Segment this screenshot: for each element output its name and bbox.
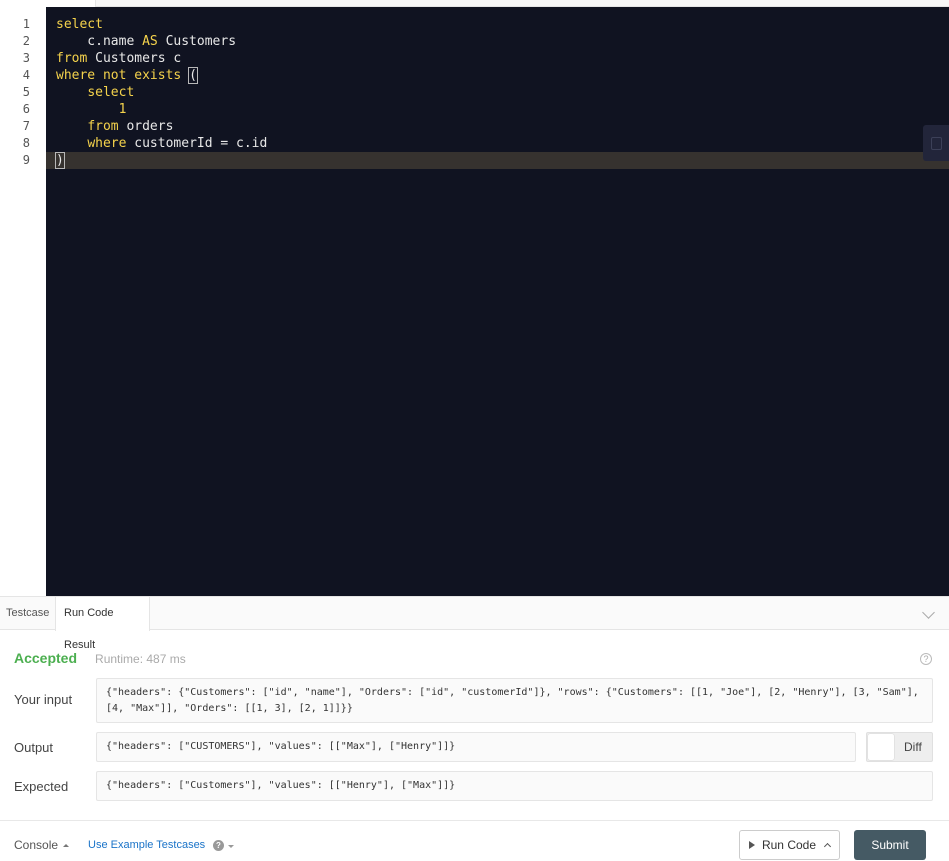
output-label: Output (14, 740, 54, 755)
expected-label: Expected (14, 779, 69, 794)
code-keyword: select (87, 85, 135, 100)
line-number: 8 (22, 136, 30, 150)
chevron-up-icon (823, 842, 832, 851)
code-token: ) (55, 152, 65, 169)
result-status-row: Accepted Runtime: 487 ms (14, 650, 186, 670)
input-value: {"headers": {"Customers": ["id", "name"]… (96, 678, 933, 723)
footer-bar: Console Use Example Testcases ? Run Code… (0, 820, 949, 861)
diff-toggle[interactable]: Diff (866, 732, 933, 762)
code-line[interactable]: from Customers c (46, 50, 949, 67)
expected-value: {"headers": ["Customers"], "values": [["… (96, 771, 933, 801)
code-keyword: where not exists (56, 68, 182, 83)
caret-up-icon (63, 844, 70, 848)
editor-side-button[interactable] (923, 125, 949, 161)
use-example-testcases-link[interactable]: Use Example Testcases (88, 839, 205, 851)
run-code-label: Run Code (761, 838, 817, 852)
diff-label: Diff (904, 740, 922, 754)
line-number: 9 (22, 153, 30, 167)
code-line[interactable]: ) (46, 152, 949, 169)
runtime-text: Runtime: 487 ms (95, 652, 186, 666)
code-keyword: where (87, 136, 127, 151)
code-token: ( (188, 67, 198, 84)
code-token: Customers (157, 34, 237, 49)
question-circle-icon[interactable]: ? (920, 653, 932, 665)
code-line[interactable]: 1 (46, 101, 949, 118)
console-label: Console (14, 838, 59, 852)
line-number: 3 (22, 51, 30, 65)
copy-icon (930, 136, 942, 150)
input-label: Your input (14, 692, 73, 707)
status-accepted: Accepted (14, 650, 78, 666)
code-token: Customers c (87, 51, 182, 66)
code-keyword: from (56, 51, 88, 66)
play-icon (748, 841, 755, 849)
code-line[interactable]: c.name AS Customers (46, 33, 949, 50)
code-keyword: select (56, 17, 103, 32)
code-keyword: from (87, 119, 119, 134)
output-value: {"headers": ["CUSTOMERS"], "values": [["… (96, 732, 856, 762)
chevron-down-icon[interactable] (922, 606, 935, 619)
top-tab-strip (0, 0, 949, 7)
code-line[interactable]: select (46, 16, 949, 33)
code-line[interactable]: where not exists ( (46, 67, 949, 84)
code-area[interactable]: select c.name AS Customers from Customers… (46, 7, 949, 596)
code-line[interactable]: select (46, 84, 949, 101)
console-button[interactable]: Console (14, 838, 70, 852)
code-token: c.name (56, 34, 143, 49)
code-token: orders (118, 119, 174, 134)
line-number: 5 (22, 85, 30, 99)
code-line[interactable]: from orders (46, 118, 949, 135)
line-number: 4 (22, 68, 30, 82)
code-keyword: AS (142, 34, 158, 49)
submit-button[interactable]: Submit (854, 830, 926, 860)
line-number: 1 (22, 17, 30, 31)
diff-switch-knob[interactable] (868, 734, 894, 760)
tab-testcase[interactable]: Testcase (0, 597, 55, 630)
active-file-tab[interactable] (0, 0, 96, 7)
tab-run-code-result[interactable]: Run Code Result (55, 597, 150, 651)
caret-down-icon[interactable] (228, 845, 234, 848)
code-token: customerId = c.id (126, 136, 268, 151)
question-circle-icon[interactable]: ? (213, 840, 224, 851)
result-tabs-bar: Testcase Run Code Result (0, 596, 949, 651)
line-number: 2 (22, 34, 30, 48)
run-code-button[interactable]: Run Code (739, 830, 840, 860)
code-line[interactable]: where customerId = c.id (46, 135, 949, 152)
line-number-gutter: 1 2 3 4 5 6 7 8 9 (0, 7, 46, 596)
code-token: 1 (118, 102, 127, 117)
line-number: 6 (22, 102, 30, 116)
line-number: 7 (22, 119, 30, 133)
code-editor[interactable]: 123456789 select c.name AS Customers from… (0, 7, 949, 596)
